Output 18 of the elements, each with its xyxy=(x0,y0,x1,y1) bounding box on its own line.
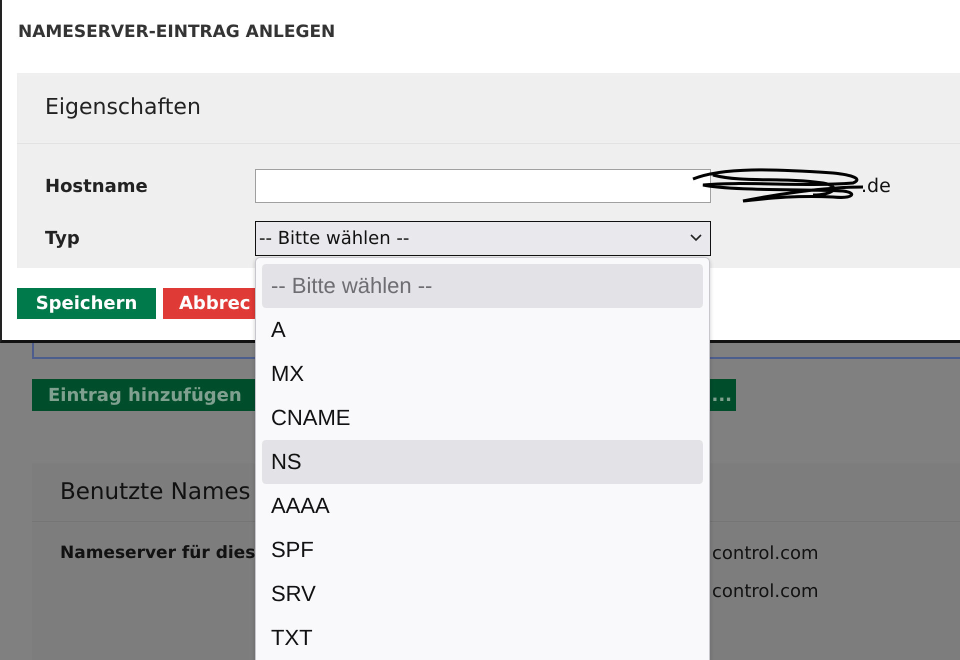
dialog-button[interactable]: Speichern xyxy=(17,288,156,319)
row-value: control.com xyxy=(712,542,819,564)
field-label: Hostname xyxy=(45,176,149,196)
dropdown-option[interactable]: NS xyxy=(262,440,703,484)
dropdown-option[interactable]: TXT xyxy=(262,616,703,660)
row-label: Nameserver für dies xyxy=(60,543,256,563)
row-value: control.com xyxy=(712,580,819,602)
type-select[interactable]: -- Bitte wählen -- xyxy=(255,220,711,256)
domain-suffix: .de xyxy=(861,175,891,197)
dropdown-option[interactable]: SPF xyxy=(262,528,703,572)
dropdown-option[interactable]: CNAME xyxy=(262,396,703,440)
dialog-title: NAMESERVER-EINTRAG ANLEGEN xyxy=(17,21,336,44)
hostname-field[interactable] xyxy=(255,169,711,203)
dropdown-option[interactable]: MX xyxy=(262,352,703,396)
dropdown-option[interactable]: SRV xyxy=(262,572,703,616)
caret-icon xyxy=(690,234,702,242)
field-label: Typ xyxy=(45,228,81,248)
section-title: Eigenschaften xyxy=(17,73,960,144)
